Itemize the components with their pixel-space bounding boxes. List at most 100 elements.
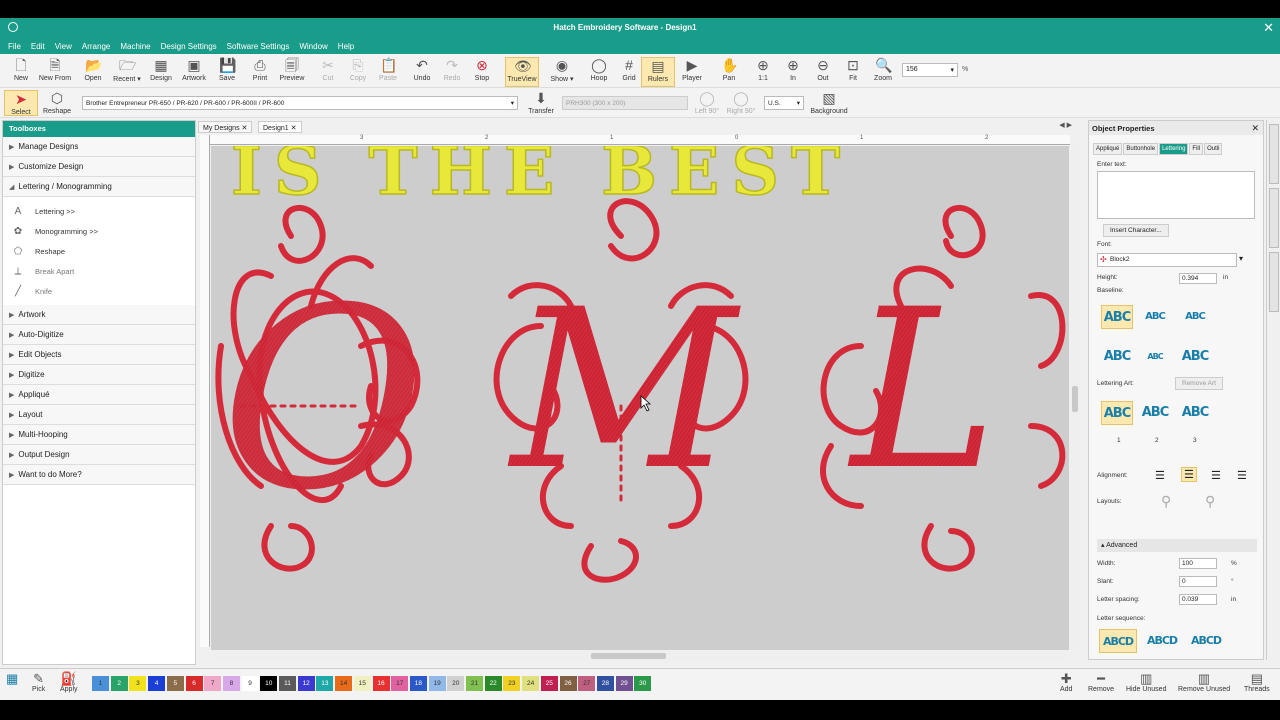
baseline-circle-ccw[interactable]: ABC xyxy=(1179,305,1211,329)
toolbox-category-artwork[interactable]: ▶ Artwork xyxy=(3,305,195,325)
1-1-button[interactable]: ⊕ 1:1 xyxy=(746,57,780,82)
insert-character-button[interactable]: Insert Character... xyxy=(1103,224,1169,237)
out-button[interactable]: ⊖ Out xyxy=(806,57,840,82)
menu-machine[interactable]: Machine xyxy=(120,42,150,51)
stop-button[interactable]: ⊗ Stop xyxy=(465,57,499,82)
new-button[interactable]: 🗋 New xyxy=(4,57,38,82)
zoom-button[interactable]: 🔍 Zoom xyxy=(866,57,900,82)
color-swatch-5[interactable]: 5 xyxy=(166,676,184,691)
menu-file[interactable]: File xyxy=(8,42,21,51)
menu-view[interactable]: View xyxy=(55,42,72,51)
print-button[interactable]: ⎙ Print xyxy=(243,57,277,82)
align-right-icon[interactable]: ☰ xyxy=(1211,469,1221,482)
color-swatch-25[interactable]: 25 xyxy=(540,676,558,691)
docker-tab[interactable] xyxy=(1269,124,1279,184)
baseline-straight[interactable]: ABC xyxy=(1101,305,1133,329)
baseline-circle-cw[interactable]: ABC xyxy=(1139,305,1171,329)
font-select[interactable]: Block2 xyxy=(1097,253,1237,267)
color-swatch-30[interactable]: 30 xyxy=(634,676,652,691)
lettering-art-3[interactable]: ABC xyxy=(1179,401,1211,425)
color-swatch-7[interactable]: 7 xyxy=(204,676,222,691)
new-from-button[interactable]: 🗎 New From xyxy=(38,57,72,82)
background-button[interactable]: ▧ Background xyxy=(806,90,852,115)
recent-button[interactable]: 🗁 Recent ▾ xyxy=(110,57,144,83)
enter-text-field[interactable] xyxy=(1097,171,1255,219)
color-swatch-8[interactable]: 8 xyxy=(222,676,240,691)
copy-button[interactable]: ⎘ Copy xyxy=(341,57,375,82)
remove-color-button[interactable]: ━ Remove xyxy=(1088,672,1114,694)
vertical-scrollbar[interactable] xyxy=(1070,146,1080,650)
tab-scroll-arrows[interactable]: ◀ ▶ xyxy=(1059,121,1072,129)
menu-arrange[interactable]: Arrange xyxy=(82,42,110,51)
design-canvas[interactable]: IS THE BEST O M L xyxy=(211,146,1069,650)
color-swatch-28[interactable]: 28 xyxy=(596,676,614,691)
toolbox-category-lettering-monogramming[interactable]: ◢ Lettering / Monogramming xyxy=(3,177,195,197)
reshape-tool-button[interactable]: ⬡ Reshape xyxy=(40,90,74,115)
toolbox-category-manage-designs[interactable]: ▶ Manage Designs xyxy=(3,137,195,157)
toolbox-category-edit-objects[interactable]: ▶ Edit Objects xyxy=(3,345,195,365)
remove-art-button[interactable]: Remove Art xyxy=(1175,377,1223,390)
menu-edit[interactable]: Edit xyxy=(31,42,45,51)
fit-button[interactable]: ⊡ Fit xyxy=(836,57,870,82)
apply-button[interactable]: ⛽ Apply xyxy=(60,672,78,694)
layout-1-icon[interactable]: ⚲ xyxy=(1161,493,1171,510)
color-swatch-1[interactable]: 1 xyxy=(92,676,109,691)
hoop-button[interactable]: ◯ Hoop xyxy=(582,57,616,82)
width-input[interactable]: 100 xyxy=(1179,558,1217,569)
transfer-button[interactable]: ⬇ Transfer xyxy=(524,90,558,115)
toolbox-category-layout[interactable]: ▶ Layout xyxy=(3,405,195,425)
player-button[interactable]: ▶ Player xyxy=(675,57,709,82)
scroll-thumb[interactable] xyxy=(591,653,666,659)
letter-spacing-input[interactable]: 0.039 xyxy=(1179,594,1217,605)
color-swatch-14[interactable]: 14 xyxy=(335,676,353,691)
color-swatch-23[interactable]: 23 xyxy=(503,676,521,691)
chevron-down-icon[interactable]: ▾ xyxy=(1239,254,1243,263)
monogram-left-letter[interactable]: O xyxy=(221,254,426,545)
hide-unused-button[interactable]: ▥ Hide Unused xyxy=(1126,672,1166,694)
color-swatch-17[interactable]: 17 xyxy=(391,676,409,691)
close-icon[interactable]: ✕ xyxy=(242,125,248,132)
undo-button[interactable]: ↶ Undo xyxy=(405,57,439,82)
color-film-button[interactable]: ▦ xyxy=(6,672,18,686)
color-swatch-15[interactable]: 15 xyxy=(353,676,371,691)
lettering-art-1[interactable]: ABC xyxy=(1101,401,1133,425)
rotate-right-button[interactable]: ◯ Right 90° xyxy=(724,90,758,115)
close-icon[interactable]: ✕ xyxy=(1251,123,1259,134)
lettering-art-2[interactable]: ABC xyxy=(1139,401,1171,425)
slant-input[interactable]: 0 xyxy=(1179,576,1217,587)
color-swatch-29[interactable]: 29 xyxy=(615,676,633,691)
close-icon[interactable]: ✕ xyxy=(291,125,297,132)
toolbox-category-auto-digitize[interactable]: ▶ Auto-Digitize xyxy=(3,325,195,345)
docker-tab[interactable] xyxy=(1269,252,1279,312)
tab-appliqu-[interactable]: Appliqué xyxy=(1093,143,1123,155)
color-swatch-27[interactable]: 27 xyxy=(578,676,596,691)
color-swatch-3[interactable]: 3 xyxy=(129,676,147,691)
color-swatch-16[interactable]: 16 xyxy=(372,676,390,691)
color-swatch-10[interactable]: 10 xyxy=(260,676,278,691)
hoop-select[interactable]: PRH300 (300 x 200) xyxy=(562,96,688,110)
save-button[interactable]: 💾 Save xyxy=(210,57,244,82)
color-swatch-11[interactable]: 11 xyxy=(279,676,296,691)
tab-my-designs[interactable]: My Designs ✕ xyxy=(198,121,253,133)
baseline-freehand[interactable]: ABC xyxy=(1179,345,1211,369)
pan-button[interactable]: ✋ Pan xyxy=(712,57,746,82)
redo-button[interactable]: ↷ Redo xyxy=(435,57,469,82)
open-button[interactable]: 📂 Open xyxy=(76,57,110,82)
height-input[interactable]: 0.394 xyxy=(1179,273,1217,284)
top-lettering[interactable]: IS THE BEST xyxy=(230,146,852,211)
color-swatch-2[interactable]: 2 xyxy=(110,676,128,691)
color-swatch-26[interactable]: 26 xyxy=(559,676,577,691)
add-color-button[interactable]: ✚ Add xyxy=(1060,672,1072,694)
toolbox-item-break-apart[interactable]: ⟂ Break Apart xyxy=(3,261,195,281)
threads-button[interactable]: ▤ Threads xyxy=(1244,672,1270,694)
tab-lettering[interactable]: Lettering xyxy=(1159,143,1189,155)
color-swatch-24[interactable]: 24 xyxy=(522,676,540,691)
baseline-line[interactable]: ABC xyxy=(1101,345,1133,369)
zoom-select[interactable]: 156 ▾ xyxy=(902,63,958,77)
align-left-icon[interactable]: ☰ xyxy=(1155,469,1165,482)
remove-unused-button[interactable]: ▥ Remove Unused xyxy=(1178,672,1230,694)
color-swatch-9[interactable]: 9 xyxy=(241,676,259,691)
horizontal-scrollbar[interactable] xyxy=(211,651,1069,661)
color-swatch-6[interactable]: 6 xyxy=(185,676,203,691)
machine-select[interactable]: Brother Entrepreneur PR-650 / PR-620 / P… xyxy=(82,96,518,110)
